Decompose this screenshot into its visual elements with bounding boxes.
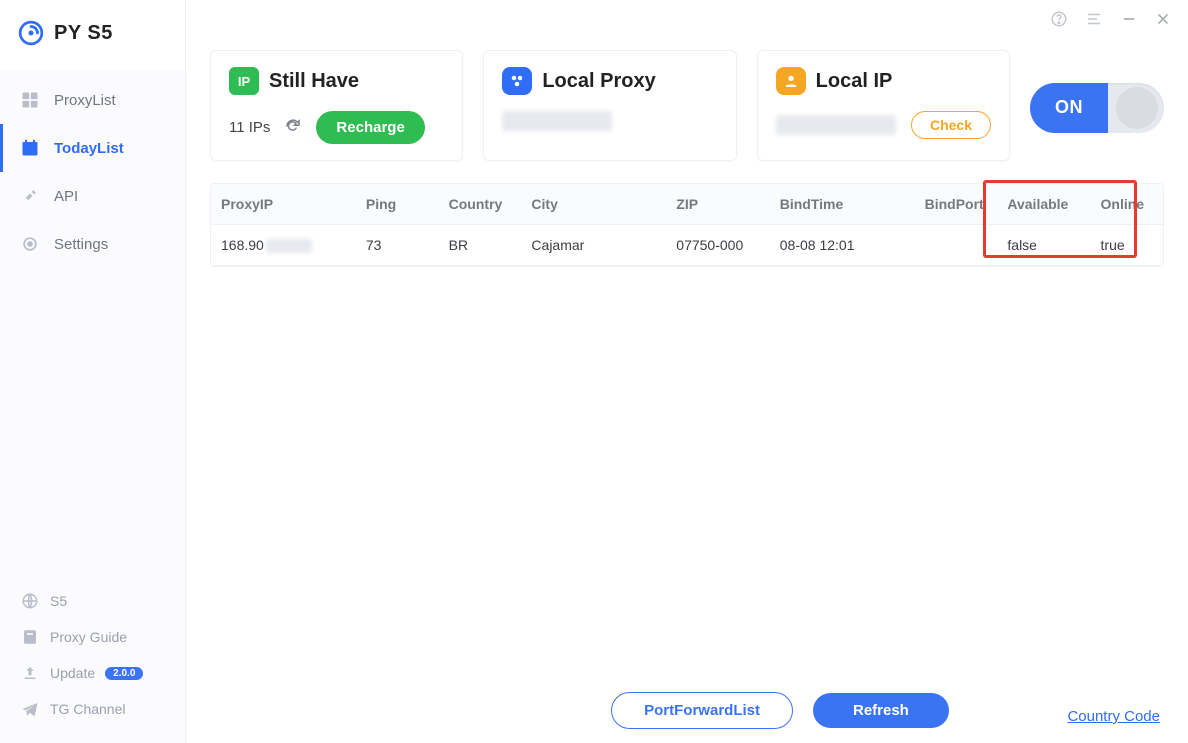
cell-ping: 73 <box>356 225 439 266</box>
sidebar-item-todaylist[interactable]: TodayList <box>0 124 185 172</box>
sidebar-link-label: TG Channel <box>50 701 125 717</box>
sidebar-item-label: ProxyList <box>54 92 116 109</box>
upload-icon <box>20 663 40 683</box>
refresh-button[interactable]: Refresh <box>813 693 949 728</box>
country-code-link[interactable]: Country Code <box>1067 708 1160 725</box>
menu-icon[interactable] <box>1084 10 1104 28</box>
col-bindport: BindPort <box>915 184 998 225</box>
window-controls <box>1050 10 1172 28</box>
col-country: Country <box>439 184 522 225</box>
card-title: Local IP <box>816 70 893 93</box>
main-nav: ProxyList TodayList API Settings <box>0 76 185 268</box>
col-ping: Ping <box>356 184 439 225</box>
local-proxy-value-blurred <box>502 111 612 131</box>
refresh-icon[interactable] <box>284 117 302 139</box>
logo-row: PY S5 <box>0 0 185 70</box>
footer: PortForwardList Refresh <box>372 692 1188 729</box>
sidebar-item-proxylist[interactable]: ProxyList <box>0 76 185 124</box>
cards-row: IP Still Have 11 IPs Recharge Local Pro <box>186 0 1188 161</box>
sidebar-link-label: Update <box>50 665 95 681</box>
cell-available: false <box>997 225 1090 266</box>
cell-online: true <box>1091 225 1163 266</box>
cell-country: BR <box>439 225 522 266</box>
sidebar-bottom: S5 Proxy Guide Update 2.0.0 TG Channel <box>0 583 185 727</box>
card-title: Local Proxy <box>542 70 655 93</box>
col-proxyip: ProxyIP <box>211 184 356 225</box>
sidebar-link-label: S5 <box>50 593 67 609</box>
help-icon[interactable] <box>1050 10 1068 28</box>
ip-count: 11 IPs <box>229 119 270 136</box>
gear-icon <box>20 234 40 254</box>
sidebar-item-label: TodayList <box>54 140 124 157</box>
toggle-wrap: ON <box>1030 50 1164 161</box>
table-header-row: ProxyIP Ping Country City ZIP BindTime B… <box>211 184 1163 225</box>
cell-zip: 07750-000 <box>666 225 769 266</box>
col-online: Online <box>1091 184 1163 225</box>
sidebar-link-proxyguide[interactable]: Proxy Guide <box>16 619 169 655</box>
grid-icon <box>20 90 40 110</box>
local-ip-icon <box>776 67 806 95</box>
minimize-icon[interactable] <box>1120 10 1138 28</box>
ip-badge-icon: IP <box>229 67 259 95</box>
close-icon[interactable] <box>1154 10 1172 28</box>
cell-bindport <box>915 225 998 266</box>
app-logo-icon <box>18 20 44 46</box>
card-title: Still Have <box>269 70 359 93</box>
local-proxy-icon <box>502 67 532 95</box>
sidebar-item-label: API <box>54 188 78 205</box>
cell-bindtime: 08-08 12:01 <box>770 225 915 266</box>
cell-city: Cajamar <box>521 225 666 266</box>
main-area: IP Still Have 11 IPs Recharge Local Pro <box>186 0 1188 743</box>
proxy-toggle[interactable]: ON <box>1030 83 1164 133</box>
sidebar-item-settings[interactable]: Settings <box>0 220 185 268</box>
card-local-proxy: Local Proxy <box>483 50 736 161</box>
proxy-table-wrap: ProxyIP Ping Country City ZIP BindTime B… <box>210 183 1164 267</box>
col-zip: ZIP <box>666 184 769 225</box>
cell-proxyip: 168.90 <box>211 225 356 266</box>
recharge-button[interactable]: Recharge <box>316 111 424 144</box>
sidebar-link-s5[interactable]: S5 <box>16 583 169 619</box>
toggle-knob <box>1116 87 1158 129</box>
plug-icon <box>20 186 40 206</box>
calendar-icon <box>20 138 40 158</box>
proxyip-prefix: 168.90 <box>221 237 264 253</box>
update-badge: 2.0.0 <box>105 667 143 680</box>
sidebar-link-tgchannel[interactable]: TG Channel <box>16 691 169 727</box>
sidebar: PY S5 ProxyList TodayList API <box>0 0 186 743</box>
book-icon <box>20 627 40 647</box>
col-city: City <box>521 184 666 225</box>
send-icon <box>20 699 40 719</box>
sidebar-link-label: Proxy Guide <box>50 629 127 645</box>
card-local-ip: Local IP Check <box>757 50 1010 161</box>
proxyip-blurred <box>266 239 312 253</box>
check-button[interactable]: Check <box>911 111 991 139</box>
sidebar-item-label: Settings <box>54 236 108 253</box>
portforwardlist-button[interactable]: PortForwardList <box>611 692 793 729</box>
globe-icon <box>20 591 40 611</box>
sidebar-link-update[interactable]: Update 2.0.0 <box>16 655 169 691</box>
proxy-table: ProxyIP Ping Country City ZIP BindTime B… <box>211 184 1163 266</box>
col-available: Available <box>997 184 1090 225</box>
toggle-on-label: ON <box>1030 83 1108 133</box>
col-bindtime: BindTime <box>770 184 915 225</box>
sidebar-item-api[interactable]: API <box>0 172 185 220</box>
table-row[interactable]: 168.90 73 BR Cajamar 07750-000 08-08 12:… <box>211 225 1163 266</box>
local-ip-value-blurred <box>776 115 896 135</box>
card-still-have: IP Still Have 11 IPs Recharge <box>210 50 463 161</box>
app-title: PY S5 <box>54 22 113 45</box>
